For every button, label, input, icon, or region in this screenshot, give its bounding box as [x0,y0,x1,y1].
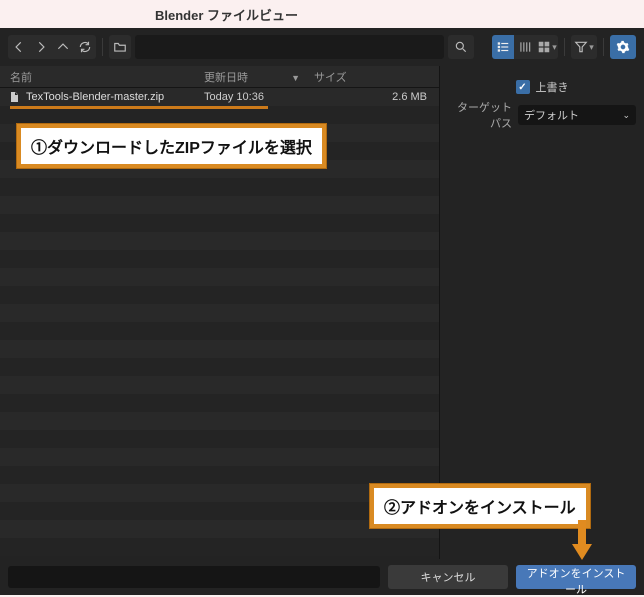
empty-row [0,304,439,322]
divider [102,38,103,56]
new-folder-icon[interactable] [109,35,131,59]
empty-row [0,178,439,196]
column-size[interactable]: サイズ [306,69,439,85]
cancel-button[interactable]: キャンセル [388,565,508,589]
view-list-vertical-icon[interactable] [492,35,514,59]
footer: キャンセル アドオンをインストール [0,559,644,595]
view-thumbnail-icon[interactable]: ▾ [536,35,558,59]
chevron-down-icon: ▾ [589,42,594,53]
sort-indicator-icon: ▼ [291,73,300,83]
column-date[interactable]: 更新日時 ▼ [196,69,306,85]
annotation-step-2: ②アドオンをインストール [370,484,590,528]
empty-row [0,322,439,340]
empty-row [0,340,439,358]
gear-icon[interactable] [610,35,636,59]
empty-row [0,430,439,448]
topbar: ▾ ▾ [0,28,644,66]
empty-row [0,538,439,556]
arrow-down-icon [572,520,592,560]
empty-row [0,466,439,484]
empty-row [0,196,439,214]
file-date: Today 10:36 [196,91,306,103]
empty-row [0,250,439,268]
titlebar: Blender ファイルビュー [0,0,644,28]
target-path-select[interactable]: デフォルト ⌄ [518,105,636,125]
annotation-step-1: ①ダウンロードしたZIPファイルを選択 [17,124,326,168]
empty-row [0,232,439,250]
overwrite-label: 上書き [536,79,569,95]
empty-row [0,376,439,394]
file-icon [6,91,22,103]
empty-row [0,214,439,232]
filter-icon[interactable]: ▾ [571,35,597,59]
file-name: TexTools-Blender-master.zip [26,91,196,103]
empty-row [0,412,439,430]
target-path-value: デフォルト [524,107,579,123]
overwrite-checkbox[interactable]: ✓ [516,80,530,94]
column-date-label: 更新日時 [204,72,248,84]
empty-row [0,394,439,412]
window-title: Blender ファイルビュー [155,5,298,24]
filename-input[interactable] [8,566,380,588]
install-addon-button[interactable]: アドオンをインストール [516,565,636,589]
file-row[interactable]: TexTools-Blender-master.zip Today 10:36 … [0,88,439,106]
divider [603,38,604,56]
empty-row [0,286,439,304]
forward-icon[interactable] [30,35,52,59]
view-list-horizontal-icon[interactable] [514,35,536,59]
empty-row [0,268,439,286]
file-size: 2.6 MB [306,91,439,103]
back-icon[interactable] [8,35,30,59]
view-mode-group: ▾ [492,35,558,59]
column-name[interactable]: 名前 [0,69,196,85]
up-icon[interactable] [52,35,74,59]
empty-row [0,448,439,466]
chevron-down-icon: ⌄ [622,110,630,121]
search-icon[interactable] [448,35,474,59]
file-list-header: 名前 更新日時 ▼ サイズ [0,66,439,88]
target-path-label: ターゲットパス [448,99,512,131]
empty-row [0,358,439,376]
nav-group [8,35,96,59]
selection-underline [10,106,268,109]
path-input[interactable] [135,35,444,59]
divider [564,38,565,56]
refresh-icon[interactable] [74,35,96,59]
chevron-down-icon: ▾ [552,42,557,53]
